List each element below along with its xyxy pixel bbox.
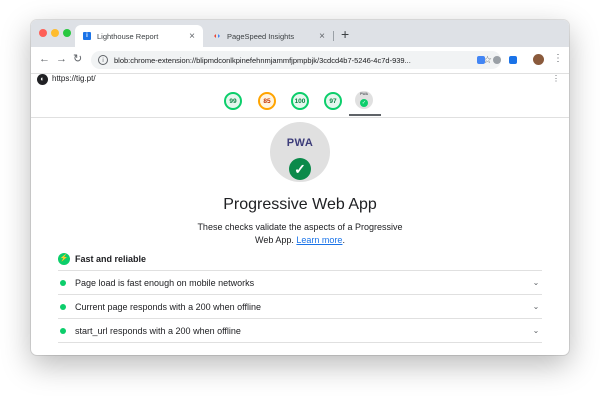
fast-reliable-icon: ⚡ bbox=[58, 253, 70, 265]
category-description-end: . bbox=[342, 235, 345, 245]
category-title: Progressive Web App bbox=[223, 196, 377, 213]
close-window-button[interactable] bbox=[39, 29, 47, 37]
learn-more-link[interactable]: Learn more bbox=[296, 235, 342, 245]
pwa-category-badge: PWA ✓ bbox=[270, 122, 330, 182]
chevron-down-icon[interactable]: ⌄ bbox=[530, 302, 542, 311]
active-gauge-indicator bbox=[349, 114, 381, 116]
tab-strip: i Lighthouse Report × PageSpeed Insights… bbox=[31, 20, 569, 47]
audit-group-header: ⚡ Fast and reliable bbox=[58, 251, 146, 267]
site-info-icon[interactable]: i bbox=[98, 55, 108, 65]
new-tab-button[interactable]: + bbox=[341, 26, 349, 42]
gauge-accessibility[interactable]: 85 bbox=[258, 92, 276, 110]
report-site-url: https://tig.pt/ bbox=[52, 74, 96, 83]
check-icon: ✓ bbox=[360, 99, 368, 107]
minimize-window-button[interactable] bbox=[51, 29, 59, 37]
gauge-performance[interactable]: 99 bbox=[224, 92, 242, 110]
score-gauges: 99 85 100 97 PWA ✓ bbox=[31, 87, 569, 118]
lighthouse-logo-icon: ◐ bbox=[37, 74, 48, 85]
extension-icon[interactable] bbox=[493, 56, 501, 64]
audit-title: Current page responds with a 200 when of… bbox=[75, 301, 261, 312]
pagespeed-favicon-icon bbox=[213, 32, 221, 40]
audit-title: start_url responds with a 200 when offli… bbox=[75, 325, 241, 336]
reload-button[interactable]: ↻ bbox=[73, 53, 82, 65]
close-tab-icon[interactable]: × bbox=[315, 31, 329, 42]
pwa-badge-label: PWA bbox=[286, 137, 314, 149]
gauge-seo[interactable]: 97 bbox=[324, 92, 342, 110]
gauge-best-practices[interactable]: 100 bbox=[291, 92, 309, 110]
lighthouse-extension-icon[interactable] bbox=[509, 56, 517, 64]
pass-indicator-icon bbox=[60, 303, 66, 310]
audit-row[interactable]: Current page responds with a 200 when of… bbox=[58, 295, 542, 319]
lighthouse-favicon-icon: i bbox=[83, 32, 91, 40]
browser-toolbar: ← → ↻ i blob:chrome-extension://blipmdco… bbox=[31, 47, 569, 73]
report-menu-icon[interactable]: ⋮ bbox=[552, 74, 560, 83]
pwa-badge-label: PWA bbox=[360, 92, 368, 96]
tab-title: PageSpeed Insights bbox=[227, 31, 295, 41]
zoom-window-button[interactable] bbox=[63, 29, 71, 37]
audit-row[interactable]: Page load is fast enough on mobile netwo… bbox=[58, 271, 542, 295]
pass-indicator-icon bbox=[60, 279, 66, 286]
browser-menu-icon[interactable]: ⋮ bbox=[553, 53, 563, 65]
tab-title: Lighthouse Report bbox=[97, 31, 159, 41]
gauge-pwa[interactable]: PWA ✓ bbox=[355, 91, 373, 109]
audit-group-title: Fast and reliable bbox=[75, 254, 147, 264]
chevron-down-icon[interactable]: ⌄ bbox=[530, 278, 542, 287]
extension-icon[interactable] bbox=[477, 56, 485, 64]
forward-button[interactable]: → bbox=[56, 53, 67, 65]
pass-indicator-icon bbox=[60, 327, 66, 334]
tab-separator bbox=[333, 31, 334, 41]
tab-lighthouse-report[interactable]: i Lighthouse Report × bbox=[75, 25, 203, 47]
report-topbar: ◐ https://tig.pt/ ⋮ bbox=[31, 73, 569, 88]
category-description: These checks validate the aspects of a P… bbox=[193, 221, 407, 247]
browser-window: i Lighthouse Report × PageSpeed Insights… bbox=[31, 20, 569, 355]
address-bar[interactable]: i blob:chrome-extension://blipmdconlkpin… bbox=[91, 51, 501, 69]
chevron-down-icon[interactable]: ⌄ bbox=[530, 326, 542, 335]
audit-title: Page load is fast enough on mobile netwo… bbox=[75, 277, 255, 288]
tab-pagespeed-insights[interactable]: PageSpeed Insights × bbox=[205, 25, 333, 47]
address-url[interactable]: blob:chrome-extension://blipmdconlkpinef… bbox=[114, 56, 483, 65]
audit-row[interactable]: start_url responds with a 200 when offli… bbox=[58, 319, 542, 343]
profile-avatar[interactable] bbox=[533, 54, 544, 65]
close-tab-icon[interactable]: × bbox=[185, 31, 199, 42]
back-button[interactable]: ← bbox=[39, 53, 50, 65]
check-icon: ✓ bbox=[289, 158, 311, 180]
